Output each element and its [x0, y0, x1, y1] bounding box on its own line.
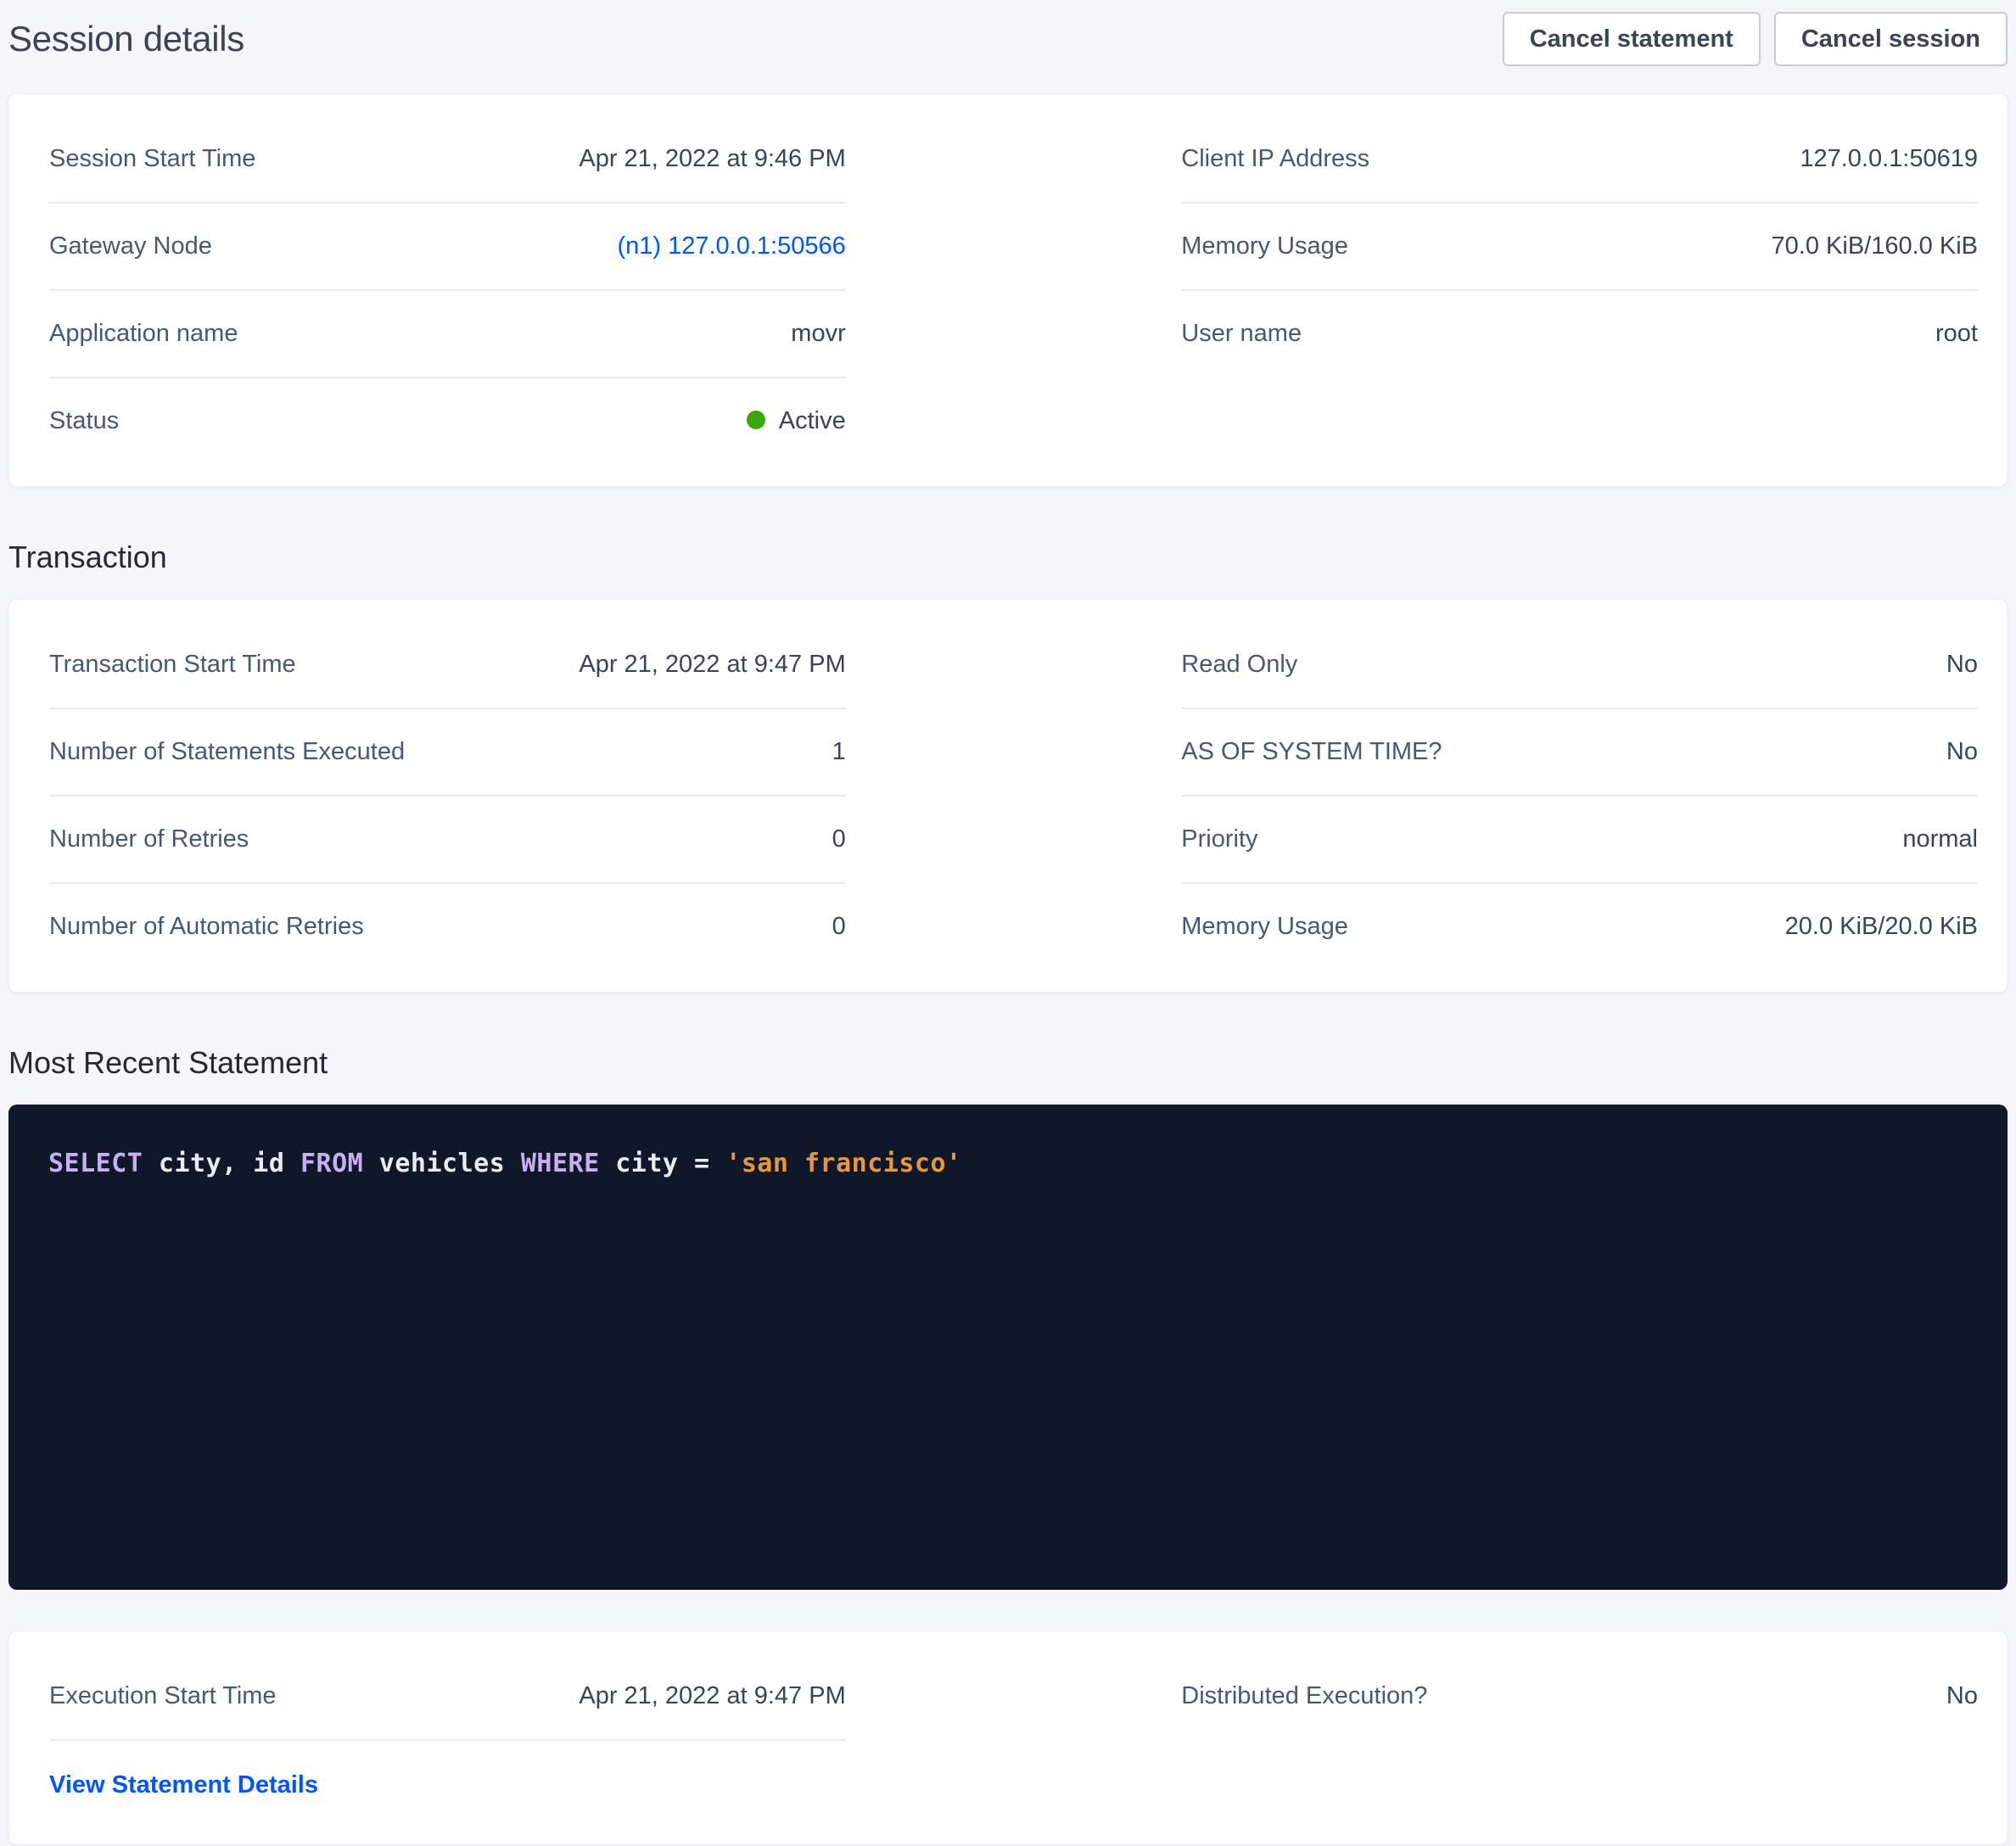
summary-row-as-of-system-time: AS OF SYSTEM TIME? No	[1181, 709, 1978, 797]
row-value: movr	[791, 318, 845, 349]
row-label: Distributed Execution?	[1181, 1681, 1427, 1711]
cancel-statement-button[interactable]: Cancel statement	[1503, 12, 1761, 66]
summary-row-automatic-retries: Number of Automatic Retries 0	[49, 884, 846, 970]
summary-row-status: Status Active	[49, 378, 846, 464]
summary-row-transaction-start-time: Transaction Start Time Apr 21, 2022 at 9…	[49, 622, 846, 709]
row-label: Status	[49, 406, 119, 436]
transaction-section-heading: Transaction	[8, 540, 2008, 575]
execution-summary-card: Execution Start Time Apr 21, 2022 at 9:4…	[8, 1631, 2008, 1845]
session-summary-columns: Session Start Time Apr 21, 2022 at 9:46 …	[49, 116, 1978, 464]
sql-token: 'san francisco'	[725, 1149, 961, 1178]
cancel-session-button[interactable]: Cancel session	[1774, 12, 2008, 66]
sql-token: SELECT	[48, 1149, 143, 1178]
execution-right-column: Distributed Execution? No	[1181, 1653, 1978, 1807]
sql-statement-box: SELECT city, id FROM vehicles WHERE city…	[8, 1105, 2008, 1590]
summary-row-priority: Priority normal	[1181, 797, 1978, 884]
row-label: Application name	[49, 318, 238, 349]
sql-token: city =	[600, 1149, 726, 1178]
row-value: normal	[1902, 824, 1978, 854]
row-value: 1	[832, 736, 846, 767]
row-label: Number of Automatic Retries	[49, 911, 364, 942]
row-value: root	[1935, 318, 1978, 349]
transaction-right-column: Read Only No AS OF SYSTEM TIME? No Prior…	[1181, 622, 1978, 970]
row-value: 127.0.0.1:50619	[1800, 143, 1978, 174]
status-value: Active	[747, 406, 846, 436]
most-recent-statement-heading: Most Recent Statement	[8, 1045, 2008, 1081]
summary-row-user-name: User name root	[1181, 291, 1978, 377]
row-label: Number of Statements Executed	[49, 736, 405, 767]
sql-token: city, id	[143, 1149, 300, 1178]
row-label: Transaction Start Time	[49, 649, 296, 680]
row-value: Apr 21, 2022 at 9:46 PM	[579, 143, 845, 174]
page-title: Session details	[8, 19, 244, 59]
row-label: Client IP Address	[1181, 143, 1369, 174]
row-label: Memory Usage	[1181, 231, 1348, 261]
sql-token: vehicles	[363, 1149, 521, 1178]
summary-row-gateway-node: Gateway Node (n1) 127.0.0.1:50566	[49, 204, 846, 291]
summary-row-execution-start-time: Execution Start Time Apr 21, 2022 at 9:4…	[49, 1653, 846, 1741]
execution-left-column: Execution Start Time Apr 21, 2022 at 9:4…	[49, 1653, 846, 1807]
status-active-dot-icon	[747, 411, 765, 429]
status-text: Active	[779, 407, 846, 434]
view-statement-details-link[interactable]: View Statement Details	[49, 1771, 318, 1798]
row-value: No	[1946, 736, 1978, 767]
transaction-columns: Transaction Start Time Apr 21, 2022 at 9…	[49, 622, 1978, 970]
page-header: Session details Cancel statement Cancel …	[8, 12, 2008, 66]
summary-row-read-only: Read Only No	[1181, 622, 1978, 709]
session-summary-left-column: Session Start Time Apr 21, 2022 at 9:46 …	[49, 116, 846, 464]
summary-row-application-name: Application name movr	[49, 291, 846, 378]
row-value: 20.0 KiB/20.0 KiB	[1785, 911, 1978, 942]
row-value: No	[1946, 649, 1978, 680]
row-value: No	[1946, 1681, 1978, 1711]
row-label: Session Start Time	[49, 143, 255, 174]
sql-statement-text: SELECT city, id FROM vehicles WHERE city…	[48, 1149, 1968, 1178]
summary-row-distributed-execution: Distributed Execution? No	[1181, 1653, 1978, 1739]
session-details-page: Session details Cancel statement Cancel …	[0, 0, 2016, 1845]
transaction-summary-card: Transaction Start Time Apr 21, 2022 at 9…	[8, 599, 2008, 993]
sql-token: WHERE	[521, 1149, 600, 1178]
gateway-node-link[interactable]: (n1) 127.0.0.1:50566	[617, 231, 845, 261]
row-label: AS OF SYSTEM TIME?	[1181, 736, 1442, 767]
row-value: Apr 21, 2022 at 9:47 PM	[579, 649, 845, 680]
row-label: Read Only	[1181, 649, 1297, 680]
session-summary-card: Session Start Time Apr 21, 2022 at 9:46 …	[8, 93, 2008, 487]
row-value: 0	[832, 824, 846, 854]
session-summary-right-column: Client IP Address 127.0.0.1:50619 Memory…	[1181, 116, 1978, 464]
summary-row-statements-executed: Number of Statements Executed 1	[49, 709, 846, 797]
row-label: Number of Retries	[49, 824, 249, 854]
summary-row-session-start-time: Session Start Time Apr 21, 2022 at 9:46 …	[49, 116, 846, 204]
row-value: 70.0 KiB/160.0 KiB	[1772, 231, 1978, 261]
row-value: Apr 21, 2022 at 9:47 PM	[579, 1681, 845, 1711]
row-label: User name	[1181, 318, 1302, 349]
row-label: Gateway Node	[49, 231, 212, 261]
header-actions: Cancel statement Cancel session	[1503, 12, 2008, 66]
view-statement-details-row: View Statement Details	[49, 1741, 846, 1807]
row-value: 0	[832, 911, 846, 942]
transaction-left-column: Transaction Start Time Apr 21, 2022 at 9…	[49, 622, 846, 970]
sql-token: FROM	[300, 1149, 363, 1178]
row-label: Priority	[1181, 824, 1257, 854]
summary-row-txn-memory-usage: Memory Usage 20.0 KiB/20.0 KiB	[1181, 884, 1978, 970]
row-label: Memory Usage	[1181, 911, 1348, 942]
summary-row-number-of-retries: Number of Retries 0	[49, 797, 846, 884]
summary-row-client-ip: Client IP Address 127.0.0.1:50619	[1181, 116, 1978, 204]
row-label: Execution Start Time	[49, 1681, 277, 1711]
summary-row-memory-usage: Memory Usage 70.0 KiB/160.0 KiB	[1181, 204, 1978, 291]
execution-columns: Execution Start Time Apr 21, 2022 at 9:4…	[49, 1653, 1978, 1807]
